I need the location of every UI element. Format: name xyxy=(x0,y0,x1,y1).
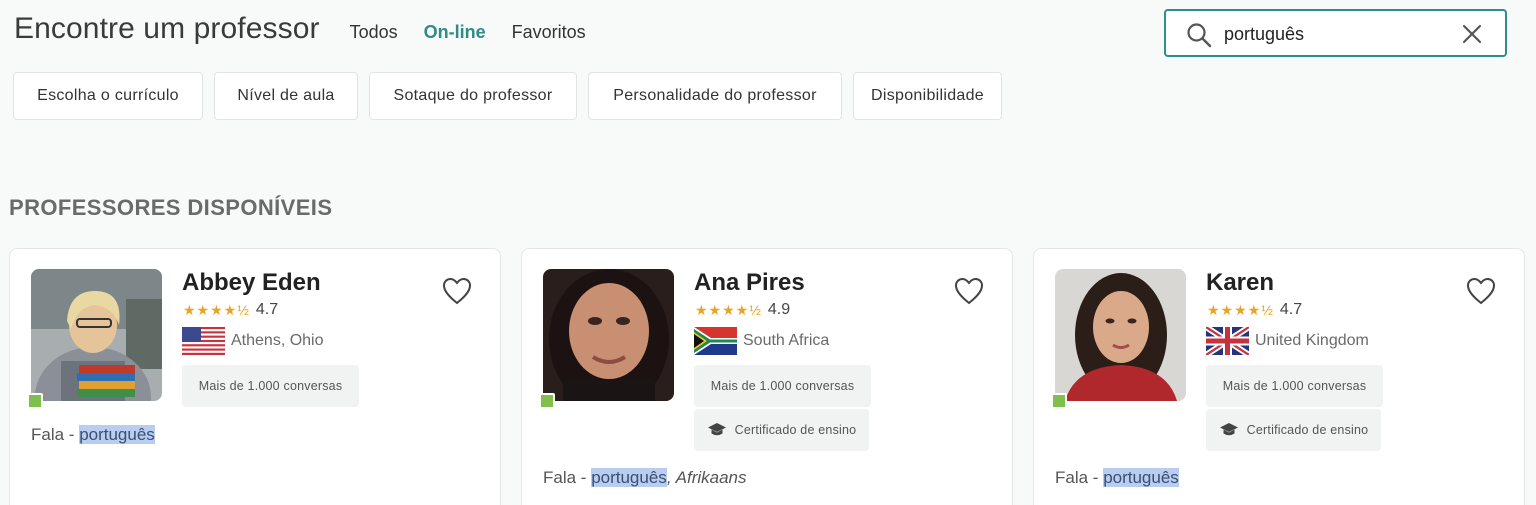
certificate-badge: Certificado de ensino xyxy=(694,409,869,451)
language-highlight: português xyxy=(1103,468,1179,487)
conversations-badge: Mais de 1.000 conversas xyxy=(182,365,359,407)
us-flag-icon xyxy=(182,327,225,355)
tab-online[interactable]: On-line xyxy=(424,22,486,43)
teacher-rating: ★★★★½ 4.7 xyxy=(1207,301,1302,319)
tab-favoritos[interactable]: Favoritos xyxy=(512,22,586,43)
teacher-photo[interactable] xyxy=(1055,269,1186,401)
languages-prefix: Fala - xyxy=(31,425,80,444)
teacher-photo-image xyxy=(31,269,162,401)
certificate-badge: Certificado de ensino xyxy=(1206,409,1381,451)
graduation-cap-icon xyxy=(1219,423,1238,436)
rating-value: 4.7 xyxy=(1279,301,1303,318)
location-text: United Kingdom xyxy=(1255,332,1369,349)
tab-bar: Todos On-line Favoritos xyxy=(350,22,586,43)
filter-bar: Escolha o currículo Nível de aula Sotaqu… xyxy=(13,72,1002,120)
conversations-badge: Mais de 1.000 conversas xyxy=(694,365,871,407)
teacher-photo-image xyxy=(543,269,674,401)
uk-flag-icon xyxy=(1206,327,1249,355)
teacher-location: South Africa xyxy=(694,327,829,355)
languages-prefix: Fala - xyxy=(543,468,592,487)
location-text: Athens, Ohio xyxy=(231,332,324,349)
certificate-label: Certificado de ensino xyxy=(734,423,857,437)
favorite-heart-icon[interactable] xyxy=(442,277,472,305)
teacher-card[interactable]: Ana Pires ★★★★½ 4.9 South Africa Mais de… xyxy=(521,248,1013,505)
location-text: South Africa xyxy=(743,332,830,349)
rating-stars-icon: ★★★★½ xyxy=(183,301,250,318)
language-other: , Afrikaans xyxy=(666,468,747,487)
favorite-heart-icon[interactable] xyxy=(954,277,984,305)
teacher-languages: Fala - português xyxy=(1055,468,1179,488)
teacher-rating: ★★★★½ 4.7 xyxy=(183,301,278,319)
rating-value: 4.9 xyxy=(767,301,791,318)
teacher-name[interactable]: Ana Pires xyxy=(694,269,805,297)
teacher-name[interactable]: Abbey Eden xyxy=(182,269,321,297)
search-input[interactable] xyxy=(1224,21,1444,47)
rating-stars-icon: ★★★★½ xyxy=(1207,301,1274,318)
filter-nivel-button[interactable]: Nível de aula xyxy=(214,72,358,120)
online-status-indicator xyxy=(539,393,555,409)
page-header: Encontre um professor Todos On-line Favo… xyxy=(14,12,586,46)
tab-todos[interactable]: Todos xyxy=(350,22,398,43)
online-status-indicator xyxy=(27,393,43,409)
filter-disponibilidade-button[interactable]: Disponibilidade xyxy=(853,72,1002,120)
filter-curriculo-button[interactable]: Escolha o currículo xyxy=(13,72,203,120)
teacher-photo[interactable] xyxy=(31,269,162,401)
teacher-languages: Fala - português, Afrikaans xyxy=(543,468,747,488)
teacher-photo-image xyxy=(1055,269,1186,401)
conversations-badge: Mais de 1.000 conversas xyxy=(1206,365,1383,407)
filter-sotaque-button[interactable]: Sotaque do professor xyxy=(369,72,577,120)
teacher-languages: Fala - português xyxy=(31,425,155,445)
section-title: PROFESSORES DISPONÍVEIS xyxy=(9,195,333,220)
teacher-photo[interactable] xyxy=(543,269,674,401)
teacher-card[interactable]: Abbey Eden ★★★★½ 4.7 Athens, Ohio Mais d… xyxy=(9,248,501,505)
search-box xyxy=(1164,9,1507,57)
teacher-location: United Kingdom xyxy=(1206,327,1369,355)
teacher-card[interactable]: Karen ★★★★½ 4.7 United Kingdom Mais de 1… xyxy=(1033,248,1525,505)
teacher-location: Athens, Ohio xyxy=(182,327,324,355)
teacher-name[interactable]: Karen xyxy=(1206,269,1274,297)
filter-personalidade-button[interactable]: Personalidade do professor xyxy=(588,72,842,120)
search-icon[interactable] xyxy=(1186,22,1212,48)
graduation-cap-icon xyxy=(707,423,726,436)
online-status-indicator xyxy=(1051,393,1067,409)
close-icon[interactable] xyxy=(1461,23,1483,45)
certificate-label: Certificado de ensino xyxy=(1246,423,1369,437)
page-title: Encontre um professor xyxy=(14,12,320,45)
teacher-rating: ★★★★½ 4.9 xyxy=(695,301,790,319)
language-highlight: português xyxy=(591,468,667,487)
language-highlight: português xyxy=(79,425,155,444)
rating-stars-icon: ★★★★½ xyxy=(695,301,762,318)
favorite-heart-icon[interactable] xyxy=(1466,277,1496,305)
languages-prefix: Fala - xyxy=(1055,468,1104,487)
rating-value: 4.7 xyxy=(255,301,279,318)
za-flag-icon xyxy=(694,327,737,355)
